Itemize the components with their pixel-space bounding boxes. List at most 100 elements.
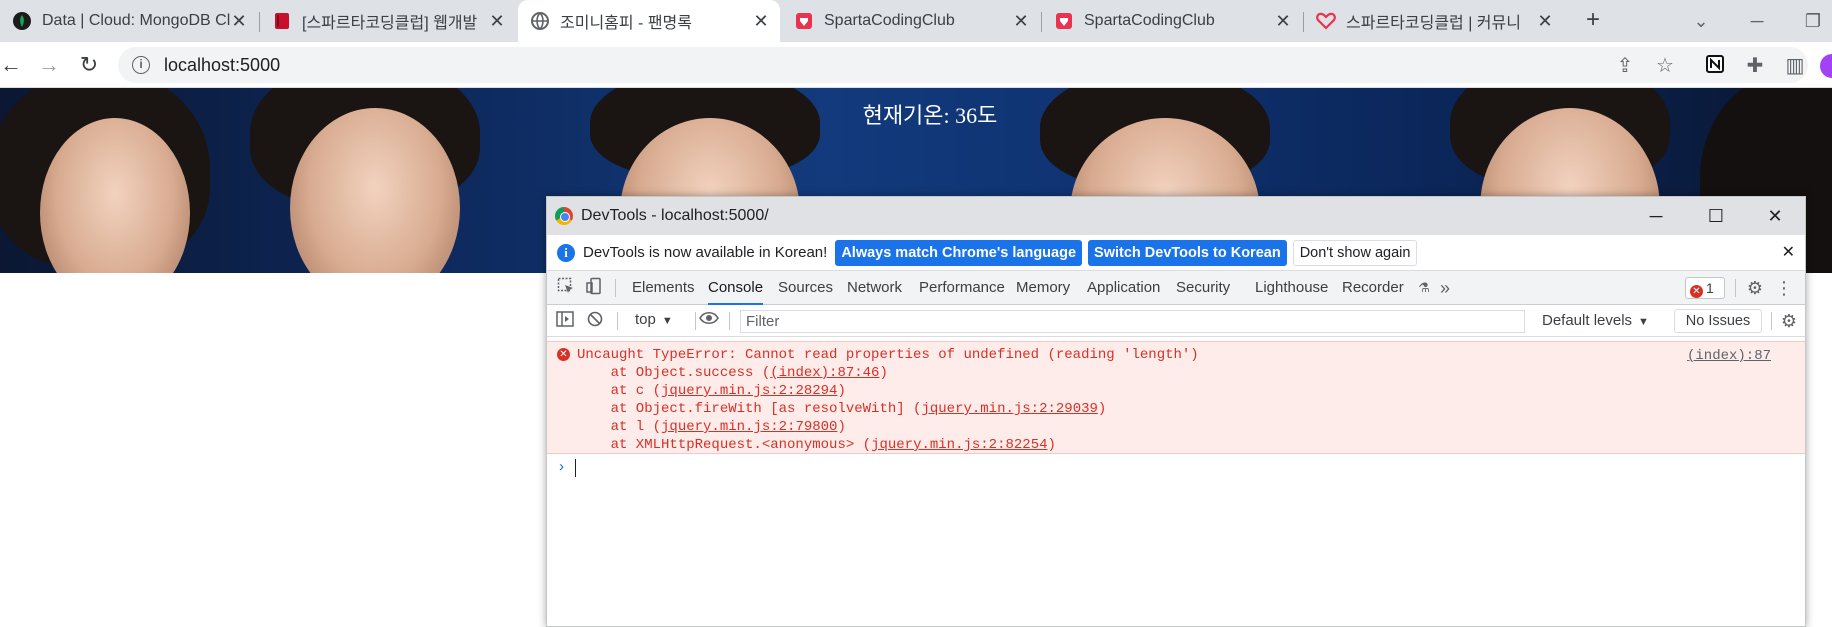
stack-frame-link[interactable]: jquery.min.js:2:79800 xyxy=(661,419,837,435)
extensions-puzzle-icon[interactable]: ✚ xyxy=(1743,54,1767,78)
notion-extension-icon[interactable] xyxy=(1703,54,1727,78)
stack-frame-link[interactable]: jquery.min.js:2:82254 xyxy=(871,437,1047,453)
console-settings-gear-icon[interactable]: ⚙ xyxy=(1779,311,1799,331)
close-icon[interactable]: ✕ xyxy=(750,10,772,32)
tab-memory[interactable]: Memory xyxy=(1016,271,1070,305)
tab-lighthouse[interactable]: Lighthouse xyxy=(1255,271,1328,305)
tab-spartacodingclub-1[interactable]: SpartaCodingClub ✕ xyxy=(782,0,1040,42)
context-selector[interactable]: top ▼ xyxy=(635,311,673,328)
stack-frame: at c (jquery.min.js:2:28294) xyxy=(577,383,846,399)
back-icon[interactable]: ← xyxy=(0,52,24,78)
tab-strip: Data | Cloud: MongoDB Cl ✕ [스파르타코딩클럽] 웹개… xyxy=(0,0,1832,42)
console-input[interactable] xyxy=(575,459,576,477)
tab-security[interactable]: Security xyxy=(1176,271,1230,305)
error-source-link[interactable]: (index):87 xyxy=(1687,348,1771,364)
sparta-icon xyxy=(1054,11,1074,31)
log-levels-dropdown[interactable]: Default levels ▼ xyxy=(1542,312,1649,329)
close-icon[interactable]: ✕ xyxy=(1010,10,1032,32)
devtools-title: DevTools - localhost:5000/ xyxy=(581,207,769,224)
close-icon[interactable]: ✕ xyxy=(1534,10,1556,32)
dont-show-again-button[interactable]: Don't show again xyxy=(1292,239,1418,266)
share-icon[interactable]: ⇪ xyxy=(1613,54,1637,78)
kebab-menu-icon[interactable]: ⋮ xyxy=(1773,277,1795,299)
error-count-badge[interactable]: ✕ 1 xyxy=(1685,277,1725,299)
tab-title: SpartaCodingClub xyxy=(824,12,955,29)
address-bar[interactable]: i localhost:5000 xyxy=(118,47,1808,83)
settings-gear-icon[interactable]: ⚙ xyxy=(1744,277,1766,299)
tab-application[interactable]: Application xyxy=(1087,271,1160,305)
sidebar-toggle-icon[interactable] xyxy=(555,311,575,331)
maximize-icon[interactable]: ☐ xyxy=(1701,201,1731,231)
error-text: Uncaught TypeError: Cannot read properti… xyxy=(577,347,1199,363)
stack-frame: at l (jquery.min.js:2:79800) xyxy=(577,419,846,435)
stack-frame-link[interactable]: (index):87:46 xyxy=(770,365,879,381)
reload-icon[interactable]: ↻ xyxy=(76,52,102,78)
context-value: top xyxy=(635,311,656,328)
minimize-icon[interactable]: ─ xyxy=(1742,6,1772,36)
mongodb-leaf-icon xyxy=(12,11,32,31)
stack-frame: at Object.fireWith [as resolveWith] (jqu… xyxy=(577,401,1107,417)
book-icon xyxy=(272,11,292,31)
tab-title: Data | Cloud: MongoDB Cl xyxy=(42,12,231,29)
devtools-window: DevTools - localhost:5000/ ─ ☐ ✕ i DevTo… xyxy=(546,196,1806,627)
clear-console-icon[interactable] xyxy=(585,311,605,331)
side-panel-icon[interactable]: ▥ xyxy=(1783,54,1807,78)
console-filter-input[interactable]: Filter xyxy=(740,310,1525,333)
tab-elements[interactable]: Elements xyxy=(632,271,695,305)
issues-button[interactable]: No Issues xyxy=(1674,309,1762,333)
tab-console[interactable]: Console xyxy=(708,271,764,305)
error-icon: ✕ xyxy=(1690,285,1703,298)
more-tabs-icon[interactable]: » xyxy=(1434,277,1456,299)
devtools-panel-tabs: Elements Console Sources Network Perform… xyxy=(547,271,1805,305)
log-levels-value: Default levels xyxy=(1542,312,1633,329)
tab-title: SpartaCodingClub xyxy=(1084,12,1215,29)
tab-sources[interactable]: Sources xyxy=(778,271,833,305)
tab-mongodb[interactable]: Data | Cloud: MongoDB Cl ✕ xyxy=(0,0,258,42)
tab-network[interactable]: Network xyxy=(847,271,902,305)
inspect-element-icon[interactable] xyxy=(555,277,577,299)
minimize-icon[interactable]: ─ xyxy=(1641,201,1671,231)
close-icon[interactable]: ✕ xyxy=(1760,201,1790,231)
chevron-down-icon: ▼ xyxy=(661,315,673,327)
close-icon[interactable]: ✕ xyxy=(1272,10,1294,32)
restore-icon[interactable]: ❐ xyxy=(1798,6,1828,36)
always-match-language-button[interactable]: Always match Chrome's language xyxy=(835,239,1083,266)
tab-title: 조미니홈피 - 팬명록 xyxy=(560,15,692,32)
console-error-message: ✕ Uncaught TypeError: Cannot read proper… xyxy=(547,341,1805,454)
tab-recorder[interactable]: Recorder xyxy=(1342,271,1404,305)
tab-performance[interactable]: Performance xyxy=(919,271,1005,305)
stack-frame: at XMLHttpRequest.<anonymous> (jquery.mi… xyxy=(577,437,1056,453)
devtools-titlebar: DevTools - localhost:5000/ ─ ☐ ✕ xyxy=(547,197,1805,235)
console-prompt-icon: › xyxy=(557,459,567,476)
flask-icon: ⚗ xyxy=(1418,280,1430,295)
tab-title: 스파르타코딩클럽 | 커뮤니 xyxy=(1346,15,1521,32)
globe-icon xyxy=(530,11,550,31)
current-temperature: 현재기온: 36도 xyxy=(862,103,998,128)
avatar[interactable] xyxy=(1818,54,1832,78)
heart-icon xyxy=(1316,11,1336,31)
language-infobar: i DevTools is now available in Korean! A… xyxy=(547,235,1805,271)
stack-frame-link[interactable]: jquery.min.js:2:29039 xyxy=(921,401,1097,417)
tab-sparta-webdev[interactable]: [스파르타코딩클럽] 웹개발 ✕ xyxy=(260,0,516,42)
tab-title: [스파르타코딩클럽] 웹개발 xyxy=(302,15,478,32)
tab-search-icon[interactable]: ⌄ xyxy=(1686,6,1716,36)
forward-icon[interactable]: → xyxy=(36,52,62,78)
close-icon[interactable]: ✕ xyxy=(228,10,250,32)
new-tab-button[interactable]: + xyxy=(1580,8,1606,34)
bookmark-star-icon[interactable]: ☆ xyxy=(1653,54,1677,78)
console-toolbar: top ▼ Filter Default levels ▼ No Issues ⚙ xyxy=(547,305,1805,337)
tab-spartacodingclub-2[interactable]: SpartaCodingClub ✕ xyxy=(1042,0,1302,42)
error-icon: ✕ xyxy=(557,348,570,361)
live-expression-eye-icon[interactable] xyxy=(697,311,721,331)
device-toolbar-icon[interactable] xyxy=(583,277,605,299)
sparta-icon xyxy=(794,11,814,31)
site-info-icon[interactable]: i xyxy=(132,56,150,74)
tab-sparta-community[interactable]: 스파르타코딩클럽 | 커뮤니 ✕ xyxy=(1304,0,1564,42)
close-infobar-icon[interactable]: ✕ xyxy=(1782,242,1795,262)
switch-to-korean-button[interactable]: Switch DevTools to Korean xyxy=(1088,239,1287,266)
stack-frame-link[interactable]: jquery.min.js:2:28294 xyxy=(661,383,837,399)
tab-jominihompy[interactable]: 조미니홈피 - 팬명록 ✕ xyxy=(518,0,780,42)
error-count: 1 xyxy=(1706,280,1714,296)
close-icon[interactable]: ✕ xyxy=(486,10,508,32)
url-text[interactable]: localhost:5000 xyxy=(164,55,280,76)
